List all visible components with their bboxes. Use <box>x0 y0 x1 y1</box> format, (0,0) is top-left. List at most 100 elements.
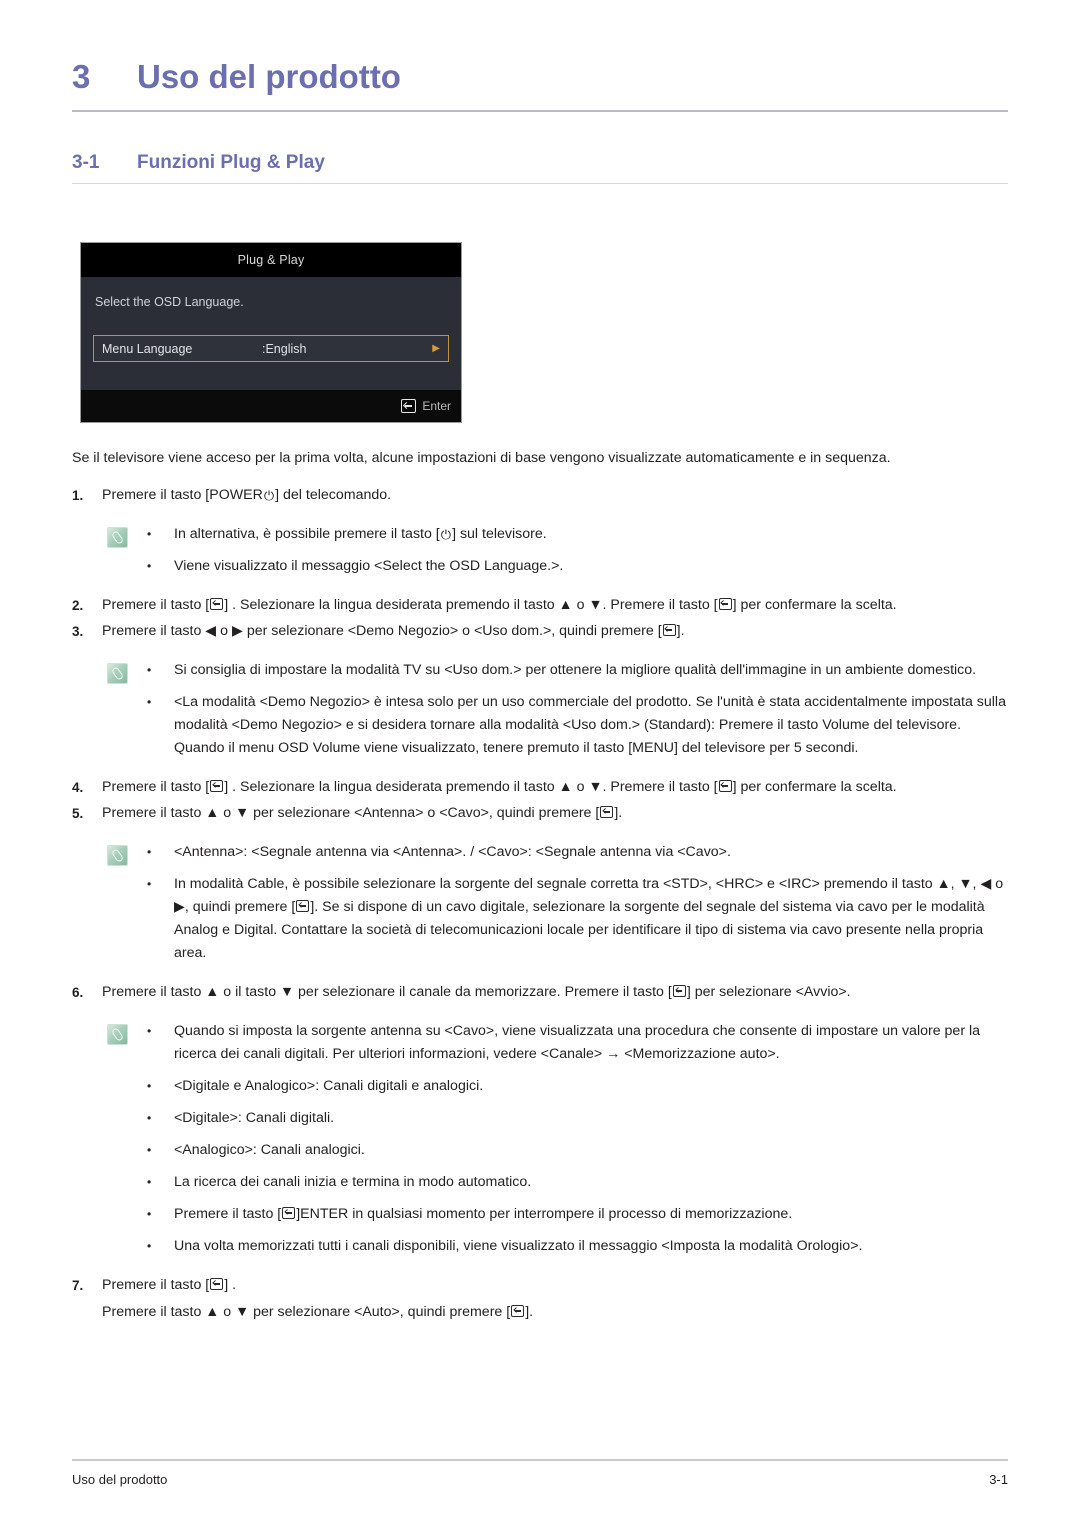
power-icon: ⏻ <box>440 527 452 542</box>
note-text: Quando si imposta la sorgente antenna su… <box>174 1023 981 1062</box>
note-block-3: • <Antenna>: <Segnale antenna via <Anten… <box>72 841 1008 965</box>
step-text-part-a: Premere il tasto ◀ o ▶ per selezionare <… <box>102 623 662 639</box>
note-text: <Analogico>: Canali analogici. <box>174 1142 365 1158</box>
bullet-marker: • <box>147 663 152 677</box>
step-number: 2. <box>72 598 84 613</box>
note-list-item: • Viene visualizzato il messaggio <Selec… <box>147 555 1008 578</box>
note-list-item: • Una volta memorizzati tutti i canali d… <box>147 1235 1008 1258</box>
osd-footer: Enter <box>81 390 461 422</box>
note-paperclip-icon <box>107 845 128 866</box>
bullet-marker: • <box>147 1143 152 1157</box>
step-number: 7. <box>72 1278 84 1293</box>
enter-key-icon <box>210 1278 224 1290</box>
note-items: • Quando si imposta la sorgente antenna … <box>147 1020 1008 1258</box>
step-text-part-a: Premere il tasto ▲ o il tasto ▼ per sele… <box>102 984 672 1000</box>
enter-key-icon <box>511 1305 525 1317</box>
note-text-part-a: In alternativa, è possibile premere il t… <box>174 526 440 542</box>
step-text: Premere il tasto ▲ o ▼ per selezionare <… <box>102 802 1008 825</box>
note-block-1: • In alternativa, è possibile premere il… <box>72 523 1008 578</box>
note-items: • <Antenna>: <Segnale antenna via <Anten… <box>147 841 1008 965</box>
bullet-marker: • <box>147 1239 152 1253</box>
note-text: Si consiglia di impostare la modalità TV… <box>174 662 977 678</box>
osd-menu-language-label: Menu Language <box>102 341 193 356</box>
power-icon: ⏻ <box>263 488 275 503</box>
step-item-7: 7. Premere il tasto [] . <box>72 1274 1008 1297</box>
note-text-part-b: ] sul televisore. <box>452 526 547 542</box>
section-heading: 3-1 Funzioni Plug & Play <box>72 152 1008 174</box>
note-list-item: • In alternativa, è possibile premere il… <box>147 523 1008 546</box>
enter-key-icon <box>210 780 224 792</box>
osd-menu-language-value: :English <box>262 341 307 356</box>
note-text: Premere il tasto []ENTER in qualsiasi mo… <box>174 1203 1008 1226</box>
enter-key-icon <box>718 598 732 610</box>
step-text: Premere il tasto [] . Selezionare la lin… <box>102 594 1008 617</box>
enter-key-icon <box>210 598 224 610</box>
document-page: 3 Uso del prodotto 3-1 Funzioni Plug & P… <box>0 0 1080 1527</box>
enter-key-icon <box>282 1207 296 1219</box>
step-text-part-b: ] . <box>224 1277 237 1293</box>
step-text-part-c: ] per confermare la scelta. <box>732 597 897 613</box>
note-text: La ricerca dei canali inizia e termina i… <box>174 1174 532 1190</box>
note-paperclip-icon <box>107 663 128 684</box>
osd-titlebar: Plug & Play <box>81 243 461 277</box>
note-paperclip-icon <box>107 527 128 548</box>
chapter-heading: 3 Uso del prodotto <box>72 0 1008 96</box>
note-list-item: • <Digitale>: Canali digitali. <box>147 1107 1008 1130</box>
note-icon-col <box>72 523 147 578</box>
step-text: Premere il tasto [POWER⏻] del telecomand… <box>102 484 1008 507</box>
note-text: <Digitale e Analogico>: Canali digitali … <box>174 1078 484 1094</box>
step-number: 1. <box>72 488 84 503</box>
osd-menu-language-row[interactable]: Menu Language :English ▶ <box>93 335 449 362</box>
note-block-2: • Si consiglia di impostare la modalità … <box>72 659 1008 760</box>
note-text: Viene visualizzato il messaggio <Select … <box>174 558 564 574</box>
bullet-marker: • <box>147 1024 152 1038</box>
bullet-marker: • <box>147 1079 152 1093</box>
step-number: 5. <box>72 806 84 821</box>
step-text-part-b: ]. <box>676 623 685 639</box>
section-number: 3-1 <box>72 152 100 173</box>
footer-left-label: Uso del prodotto <box>72 1472 168 1487</box>
enter-key-icon <box>401 399 417 413</box>
page-footer: Uso del prodotto 3-1 <box>72 1459 1008 1487</box>
note-text-part-a: Premere il tasto [ <box>174 1206 282 1222</box>
step-text-part-a: Premere il tasto [ <box>102 597 210 613</box>
note-paperclip-icon <box>107 1024 128 1045</box>
step-number: 4. <box>72 780 84 795</box>
note-list-item: • Premere il tasto []ENTER in qualsiasi … <box>147 1203 1008 1226</box>
step-text-part-a: Premere il tasto [ <box>102 779 210 795</box>
step-item-3: 3. Premere il tasto ◀ o ▶ per selezionar… <box>72 620 1008 643</box>
note-text: In modalità Cable, è possibile seleziona… <box>174 873 1008 965</box>
step-text-part-a: Premere il tasto [POWER <box>102 487 263 503</box>
step-sub-part-b: ]. <box>525 1304 534 1320</box>
bullet-marker: • <box>147 1207 152 1221</box>
step-item-4: 4. Premere il tasto [] . Selezionare la … <box>72 776 1008 799</box>
chevron-right-icon[interactable]: ▶ <box>432 343 440 354</box>
step-text-part-b: ] per selezionare <Avvio>. <box>686 984 851 1000</box>
step-text-part-c: ] per confermare la scelta. <box>732 779 897 795</box>
note-icon-col <box>72 659 147 760</box>
bullet-marker: • <box>147 1111 152 1125</box>
note-list-item: • <Analogico>: Canali analogici. <box>147 1139 1008 1162</box>
step-text: Premere il tasto [] . Selezionare la lin… <box>102 776 1008 799</box>
note-list-item: • In modalità Cable, è possibile selezio… <box>147 873 1008 965</box>
step-text: Premere il tasto ▲ o il tasto ▼ per sele… <box>102 981 1008 1004</box>
enter-key-icon <box>296 900 310 912</box>
footer-row: Uso del prodotto 3-1 <box>72 1472 1008 1487</box>
enter-key-icon <box>662 624 676 636</box>
note-icon-col <box>72 841 147 965</box>
bullet-marker: • <box>147 1175 152 1189</box>
note-list-item: • Si consiglia di impostare la modalità … <box>147 659 1008 682</box>
note-list-item: • <La modalità <Demo Negozio> è intesa s… <box>147 691 1008 760</box>
note-list-item: • Quando si imposta la sorgente antenna … <box>147 1020 1008 1066</box>
step-item-1: 1. Premere il tasto [POWER⏻] del telecom… <box>72 484 1008 507</box>
bullet-marker: • <box>147 527 152 541</box>
step-item-5: 5. Premere il tasto ▲ o ▼ per selezionar… <box>72 802 1008 825</box>
chapter-divider <box>72 110 1008 112</box>
enter-key-icon <box>718 780 732 792</box>
note-items: • Si consiglia di impostare la modalità … <box>147 659 1008 760</box>
footer-divider <box>72 1459 1008 1461</box>
step-item-6: 6. Premere il tasto ▲ o il tasto ▼ per s… <box>72 981 1008 1004</box>
section-title: Funzioni Plug & Play <box>137 152 325 173</box>
note-list-item: • <Digitale e Analogico>: Canali digital… <box>147 1075 1008 1098</box>
step-text-part-b: ] del telecomando. <box>275 487 392 503</box>
